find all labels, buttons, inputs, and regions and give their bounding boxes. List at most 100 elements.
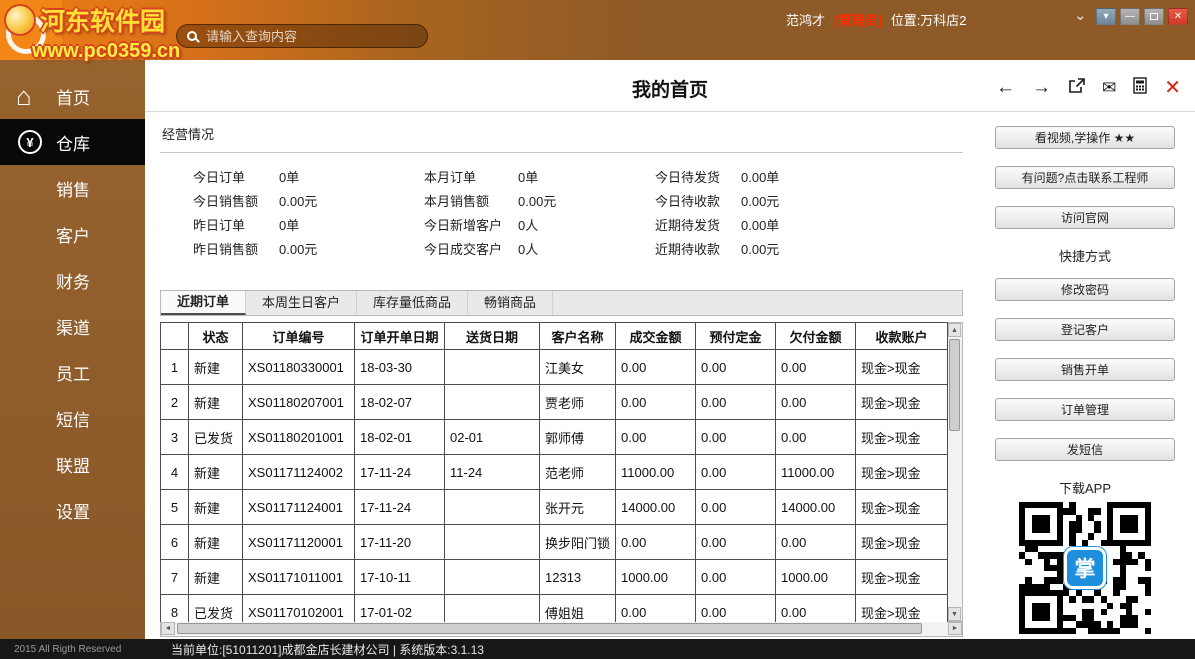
forward-icon[interactable]: →: [1032, 78, 1051, 98]
sidebar-item-label: 员工: [56, 360, 90, 385]
order-management-button[interactable]: 订单管理: [995, 398, 1175, 421]
scroll-left-icon[interactable]: ◄: [161, 622, 175, 635]
tab-best-sellers[interactable]: 畅销商品: [468, 291, 553, 315]
table-cell: 傅姐姐: [540, 595, 616, 623]
table-row[interactable]: 7新建XS0117101100117-10-11123131000.000.00…: [161, 560, 948, 595]
table-cell: [445, 525, 540, 560]
table-cell: 17-11-24: [355, 455, 445, 490]
table-cell: 0.00: [696, 525, 776, 560]
search-box[interactable]: [176, 24, 428, 48]
stat-value: 0单: [518, 170, 655, 185]
close-page-icon[interactable]: ✕: [1164, 78, 1181, 98]
search-input[interactable]: [206, 29, 417, 44]
section-title: 经营情况: [160, 118, 963, 153]
sales-billing-button[interactable]: 销售开单: [995, 358, 1175, 381]
register-customer-button[interactable]: 登记客户: [995, 318, 1175, 341]
sidebar-item-settings[interactable]: 设置: [0, 487, 145, 533]
mail-icon[interactable]: ✉: [1102, 78, 1116, 98]
table-cell: 新建: [189, 350, 243, 385]
chevron-down-icon[interactable]: ⌄: [1074, 6, 1087, 24]
table-header-cell: 订单编号: [243, 323, 355, 350]
table-row[interactable]: 6新建XS0117112000117-11-20换步阳门锁0.000.000.0…: [161, 525, 948, 560]
sidebar-item-label: 财务: [56, 268, 90, 293]
sidebar-item-sales[interactable]: 销售: [0, 165, 145, 211]
close-button[interactable]: ✕: [1168, 8, 1188, 25]
table-cell: XS01180201001: [243, 420, 355, 455]
maximize-icon: [1150, 13, 1158, 20]
table-cell: 11000.00: [776, 455, 856, 490]
watch-video-button[interactable]: 看视频,学操作 ★★: [995, 126, 1175, 149]
table-header-cell: 状态: [189, 323, 243, 350]
vertical-scrollbar[interactable]: ▲ ▼: [948, 322, 963, 622]
app-logo: [0, 0, 62, 60]
table-cell: [445, 595, 540, 623]
scroll-up-icon[interactable]: ▲: [948, 323, 961, 337]
tab-low-stock-items[interactable]: 库存量低商品: [357, 291, 468, 315]
table-cell: 0.00: [696, 455, 776, 490]
visit-website-button[interactable]: 访问官网: [995, 206, 1175, 229]
send-sms-button[interactable]: 发短信: [995, 438, 1175, 461]
scroll-down-icon[interactable]: ▼: [948, 607, 961, 621]
tab-bar: 近期订单本周生日客户库存量低商品畅销商品: [160, 290, 963, 316]
stats-column: 本月订单0单本月销售额0.00元今日新增客户0人今日成交客户0人: [424, 170, 655, 257]
dropdown-button[interactable]: ▾: [1096, 8, 1116, 25]
sidebar-item-staff[interactable]: 员工: [0, 349, 145, 395]
table-cell: 0.00: [776, 595, 856, 623]
table-header-row: 状态订单编号订单开单日期送货日期客户名称成交金额预付定金欠付金额收款账户: [161, 323, 948, 350]
logo-arc: [6, 14, 46, 54]
sidebar: ⌂首页¥仓库销售客户财务渠道员工短信联盟设置: [0, 60, 145, 639]
minimize-button[interactable]: —: [1120, 8, 1140, 25]
current-unit-text: 当前单位:[51011201]成都金店长建材公司 | 系统版本:3.1.13: [145, 641, 484, 658]
sidebar-item-finance[interactable]: 财务: [0, 257, 145, 303]
contact-engineer-button[interactable]: 有问题?点击联系工程师: [995, 166, 1175, 189]
table-row[interactable]: 8已发货XS0117010200117-01-02傅姐姐0.000.000.00…: [161, 595, 948, 623]
tab-birthday-customers[interactable]: 本周生日客户: [246, 291, 357, 315]
table-cell: 11000.00: [616, 455, 696, 490]
sidebar-item-alliance[interactable]: 联盟: [0, 441, 145, 487]
stat-label: 今日销售额: [193, 194, 279, 209]
table-row[interactable]: 4新建XS0117112400217-11-2411-24范老师11000.00…: [161, 455, 948, 490]
sidebar-item-sms[interactable]: 短信: [0, 395, 145, 441]
stat-label: 本月订单: [424, 170, 518, 185]
sidebar-item-channels[interactable]: 渠道: [0, 303, 145, 349]
table-row[interactable]: 2新建XS0118020700118-02-07贾老师0.000.000.00现…: [161, 385, 948, 420]
back-icon[interactable]: ←: [996, 78, 1015, 98]
horizontal-scroll-thumb[interactable]: [177, 623, 922, 634]
maximize-button[interactable]: [1144, 8, 1164, 25]
orders-table-wrap: 状态订单编号订单开单日期送货日期客户名称成交金额预付定金欠付金额收款账户 1新建…: [160, 322, 948, 622]
sidebar-item-home[interactable]: ⌂首页: [0, 73, 145, 119]
qr-code: 掌: [1019, 502, 1151, 634]
table-cell: 现金>现金: [856, 560, 948, 595]
table-cell: 14000.00: [616, 490, 696, 525]
scroll-right-icon[interactable]: ►: [948, 622, 962, 635]
stat-label: 昨日销售额: [193, 242, 279, 257]
sidebar-item-customers[interactable]: 客户: [0, 211, 145, 257]
sidebar-item-warehouse[interactable]: ¥仓库: [0, 119, 145, 165]
qr-center-logo: 掌: [1064, 547, 1106, 589]
table-cell: 新建: [189, 455, 243, 490]
vertical-scroll-thumb[interactable]: [949, 339, 960, 431]
stat-value: 0人: [518, 242, 655, 257]
table-cell: 郭师傅: [540, 420, 616, 455]
table-cell: 0.00: [776, 525, 856, 560]
shortcuts-title: 快捷方式: [985, 246, 1185, 262]
stats-column: 今日待发货0.00单今日待收款0.00元近期待发货0.00单近期待收款0.00元: [655, 170, 779, 257]
change-password-button[interactable]: 修改密码: [995, 278, 1175, 301]
table-cell: 11-24: [445, 455, 540, 490]
horizontal-scrollbar[interactable]: ◄ ►: [160, 622, 963, 637]
home-icon: ⌂: [16, 83, 32, 109]
tab-recent-orders[interactable]: 近期订单: [161, 291, 246, 315]
share-icon[interactable]: [1068, 78, 1085, 99]
table-cell: 新建: [189, 385, 243, 420]
calculator-icon[interactable]: [1133, 77, 1147, 99]
table-cell: [445, 350, 540, 385]
stats-column: 今日订单0单今日销售额0.00元昨日订单0单昨日销售额0.00元: [193, 170, 424, 257]
table-cell: 0.00: [696, 595, 776, 623]
table-row[interactable]: 5新建XS0117112400117-11-24张开元14000.000.001…: [161, 490, 948, 525]
table-row[interactable]: 3已发货XS0118020100118-02-0102-01郭师傅0.000.0…: [161, 420, 948, 455]
table-header-cell: 客户名称: [540, 323, 616, 350]
table-cell: 2: [161, 385, 189, 420]
main-header: 我的首页 ← → ✉ ✕: [145, 60, 1195, 112]
table-header-cell: 收款账户: [856, 323, 948, 350]
table-row[interactable]: 1新建XS0118033000118-03-30江美女0.000.000.00现…: [161, 350, 948, 385]
